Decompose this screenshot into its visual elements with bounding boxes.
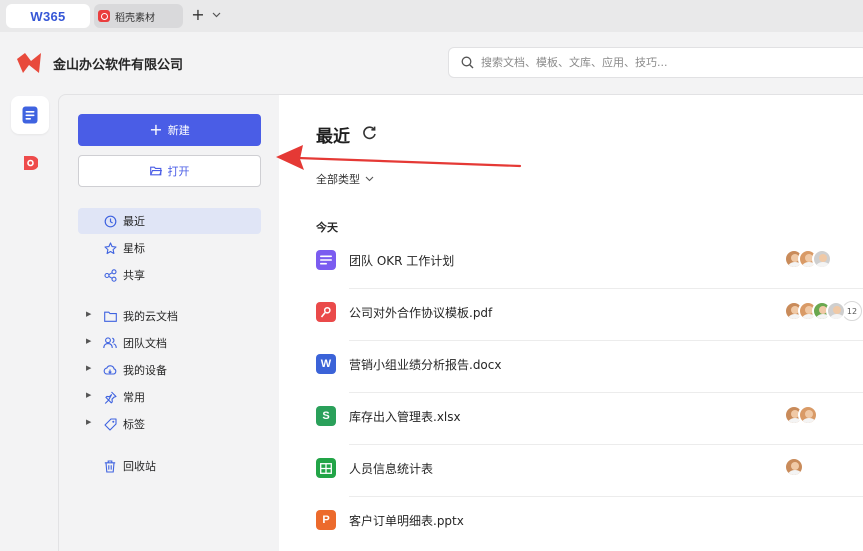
team-icon xyxy=(103,336,117,350)
file-name: 人员信息统计表 xyxy=(349,462,434,476)
sidebar-item-starred[interactable]: 星标 xyxy=(78,235,261,261)
file-name: 团队 OKR 工作计划 xyxy=(349,254,455,268)
sidebar-item-label: 我的云文档 xyxy=(123,310,178,323)
section-heading-today: 今天 xyxy=(316,221,338,234)
sidebar-item-label: 团队文档 xyxy=(123,337,167,350)
share-icon xyxy=(103,268,117,282)
sidebar-item-tags[interactable]: ▶ 标签 xyxy=(78,411,261,437)
star-icon xyxy=(103,241,117,255)
collaborator-avatars xyxy=(784,249,832,269)
open-button[interactable]: 打开 xyxy=(78,155,261,187)
w365-logo: W365 xyxy=(30,8,66,24)
pin-icon xyxy=(103,390,117,404)
file-name: 营销小组业绩分析报告.docx xyxy=(349,358,502,372)
daoke-icon xyxy=(24,156,38,170)
sidebar-item-label: 标签 xyxy=(123,418,145,431)
clock-icon xyxy=(103,214,117,228)
tab-daoke-label: 稻壳素材 xyxy=(115,12,155,24)
pdf-file-icon xyxy=(316,302,336,322)
cloud-device-icon xyxy=(103,363,117,377)
collaborator-avatars xyxy=(784,457,804,477)
folder-icon xyxy=(103,309,117,323)
sidebar-item-label: 常用 xyxy=(123,391,145,404)
sidebar-item-my-devices[interactable]: ▶ 我的设备 xyxy=(78,357,261,383)
sidebar-item-recent[interactable]: 最近 xyxy=(78,208,261,234)
avatar xyxy=(812,249,832,269)
expand-triangle-icon[interactable]: ▶ xyxy=(86,391,91,399)
new-tab-plus-icon[interactable]: + xyxy=(190,5,206,25)
avatar xyxy=(798,405,818,425)
file-name: 客户订单明细表.pptx xyxy=(349,514,464,528)
tab-list-chevron-down-icon[interactable] xyxy=(212,6,221,26)
sidebar-item-frequent[interactable]: ▶ 常用 xyxy=(78,384,261,410)
type-filter-dropdown[interactable]: 全部类型 xyxy=(316,171,374,187)
expand-triangle-icon[interactable]: ▶ xyxy=(86,337,91,345)
sidebar-item-label: 回收站 xyxy=(123,460,156,473)
excel-file-icon: S xyxy=(316,406,336,426)
form-file-icon xyxy=(316,458,336,478)
folder-open-icon xyxy=(149,166,162,176)
chevron-down-icon xyxy=(365,176,374,182)
file-row[interactable]: W 营销小组业绩分析报告.docx xyxy=(316,341,863,393)
sidebar-item-label: 共享 xyxy=(123,269,145,282)
sidebar: + 新建 打开 最近 星标 共享 ▶ 我的云文档 ▶ 团队文档 ▶ 我的设备 ▶… xyxy=(58,94,279,551)
trash-icon xyxy=(103,459,117,473)
left-rail xyxy=(0,94,58,551)
header: 金山办公软件有限公司 xyxy=(0,32,863,94)
tab-daoke[interactable]: 稻壳素材 xyxy=(94,4,183,28)
file-row[interactable]: S 库存出入管理表.xlsx xyxy=(316,393,863,445)
file-row[interactable]: 团队 OKR 工作计划 xyxy=(316,237,863,289)
file-row[interactable]: P 客户订单明细表.pptx xyxy=(316,497,863,549)
daoke-logo-icon xyxy=(98,10,110,22)
sidebar-item-label: 星标 xyxy=(123,242,145,255)
rail-docs-button[interactable] xyxy=(11,96,49,134)
company-name: 金山办公软件有限公司 xyxy=(53,58,184,73)
sidebar-item-label: 最近 xyxy=(123,215,145,228)
type-filter-label: 全部类型 xyxy=(316,173,360,186)
expand-triangle-icon[interactable]: ▶ xyxy=(86,364,91,372)
file-row[interactable]: 人员信息统计表 xyxy=(316,445,863,497)
tag-icon xyxy=(103,417,117,431)
avatar xyxy=(826,301,846,321)
expand-triangle-icon[interactable]: ▶ xyxy=(86,418,91,426)
ppt-file-icon: P xyxy=(316,510,336,530)
browser-tab-bar: W365 稻壳素材 + xyxy=(0,0,863,32)
refresh-icon[interactable] xyxy=(362,125,377,140)
file-name: 库存出入管理表.xlsx xyxy=(349,410,461,424)
sidebar-item-team-docs[interactable]: ▶ 团队文档 xyxy=(78,330,261,356)
company-logo-icon xyxy=(17,53,41,73)
file-name: 公司对外合作协议模板.pdf xyxy=(349,306,493,320)
expand-triangle-icon[interactable]: ▶ xyxy=(86,310,91,318)
avatar xyxy=(784,457,804,477)
rail-daoke-button[interactable] xyxy=(11,144,49,182)
search-icon xyxy=(461,56,474,69)
open-button-label: 打开 xyxy=(167,165,190,178)
search-input[interactable] xyxy=(481,56,821,69)
sidebar-item-label: 我的设备 xyxy=(123,364,167,377)
collaborator-avatars: 12 xyxy=(784,301,862,321)
search-box[interactable] xyxy=(448,47,863,78)
sidebar-item-trash[interactable]: 回收站 xyxy=(78,453,261,479)
sidebar-item-shared[interactable]: 共享 xyxy=(78,262,261,288)
collaborator-avatars xyxy=(784,405,818,425)
annotation-arrow xyxy=(276,145,522,170)
new-button[interactable]: + 新建 xyxy=(78,114,261,146)
document-icon xyxy=(22,106,38,124)
plus-icon: + xyxy=(149,120,163,139)
tab-w365[interactable]: W365 xyxy=(6,4,90,28)
doc-file-icon xyxy=(316,250,336,270)
word-file-icon: W xyxy=(316,354,336,374)
sidebar-item-my-cloud-docs[interactable]: ▶ 我的云文档 xyxy=(78,303,261,329)
file-row[interactable]: 公司对外合作协议模板.pdf 12 xyxy=(316,289,863,341)
new-button-label: 新建 xyxy=(167,124,190,137)
